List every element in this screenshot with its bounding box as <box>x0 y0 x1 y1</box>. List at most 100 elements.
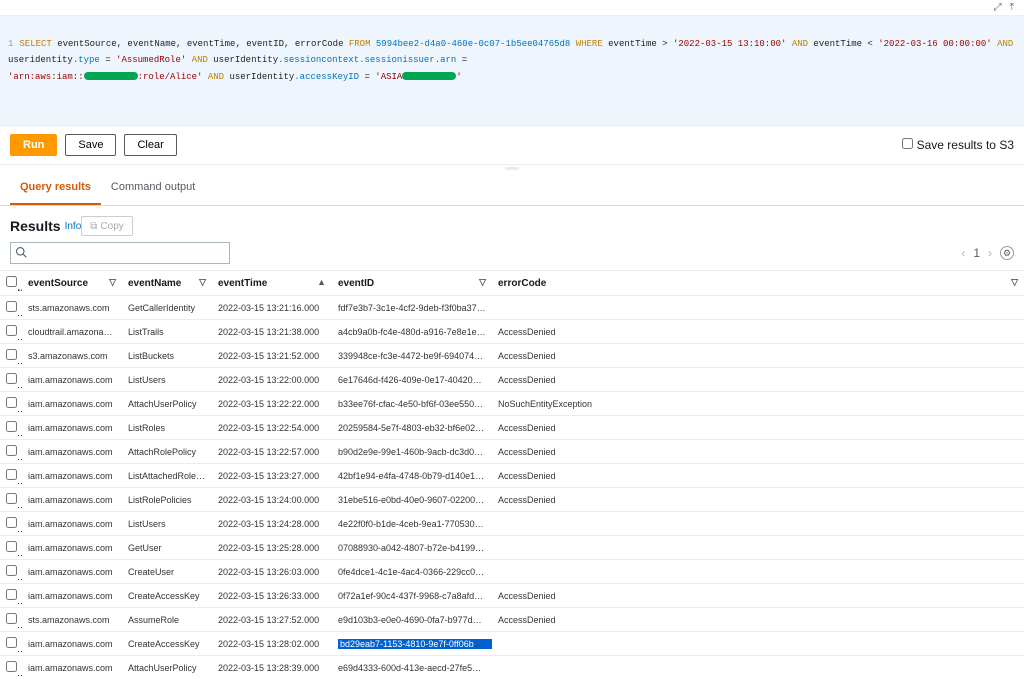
row-checkbox[interactable] <box>6 637 17 648</box>
select-all-checkbox[interactable] <box>6 276 17 287</box>
row-checkbox[interactable] <box>6 589 17 600</box>
results-search-input[interactable] <box>10 242 230 264</box>
cell-eventtime: 2022-03-15 13:22:00.000 <box>212 368 332 392</box>
results-title: Results <box>10 218 61 234</box>
cell-eventid: 0fe4dce1-4c1e-4ac4-0366-229cc093cee4 <box>332 560 492 584</box>
cell-eventid: fdf7e3b7-3c1e-4cf2-9deb-f3f0ba372914 <box>332 296 492 320</box>
cell-eventid: 4e22f0f0-b1de-4ceb-9ea1-770530eb5140 <box>332 512 492 536</box>
row-checkbox[interactable] <box>6 325 17 336</box>
cell-eventname: ListRolePolicies <box>122 488 212 512</box>
cell-eventsource: s3.amazonaws.com <box>22 344 122 368</box>
col-eventid[interactable]: eventID▽ <box>332 271 492 296</box>
query-toolbar: Run Save Clear Save results to S3 <box>0 126 1024 165</box>
cell-eventtime: 2022-03-15 13:28:02.000 <box>212 632 332 656</box>
row-checkbox[interactable] <box>6 397 17 408</box>
tab-query-results[interactable]: Query results <box>10 171 101 205</box>
cell-eventname: ListRoles <box>122 416 212 440</box>
col-eventname[interactable]: eventName▽ <box>122 271 212 296</box>
sort-icon[interactable]: ▽ <box>479 277 486 288</box>
cell-eventname: ListUsers <box>122 512 212 536</box>
run-button[interactable]: Run <box>10 134 57 156</box>
cell-eventid: b33ee76f-cfac-4e50-bf6f-03ee550cae40 <box>332 392 492 416</box>
cell-eventsource: cloudtrail.amazonaws.com <box>22 320 122 344</box>
save-s3-checkbox[interactable] <box>902 138 913 149</box>
clear-button[interactable]: Clear <box>124 134 176 156</box>
redacted-key <box>402 72 456 80</box>
row-checkbox[interactable] <box>6 565 17 576</box>
settings-gear-icon[interactable]: ⚙ <box>1000 246 1014 260</box>
cell-eventtime: 2022-03-15 13:24:00.000 <box>212 488 332 512</box>
row-checkbox[interactable] <box>6 349 17 360</box>
cell-eventid: 339948ce-fc3e-4472-be9f-694074623be0 <box>332 344 492 368</box>
row-checkbox[interactable] <box>6 493 17 504</box>
cell-errorcode: AccessDenied <box>492 416 1024 440</box>
table-row[interactable]: iam.amazonaws.comListUsers2022-03-15 13:… <box>0 368 1024 392</box>
popout-icon[interactable]: ⤒ <box>1010 2 1014 13</box>
table-row[interactable]: iam.amazonaws.comCreateAccessKey2022-03-… <box>0 584 1024 608</box>
col-errorcode[interactable]: errorCode▽ <box>492 271 1024 296</box>
cell-eventsource: sts.amazonaws.com <box>22 608 122 632</box>
table-row[interactable]: iam.amazonaws.comListRoles2022-03-15 13:… <box>0 416 1024 440</box>
cell-eventsource: iam.amazonaws.com <box>22 368 122 392</box>
cell-errorcode <box>492 536 1024 560</box>
cell-errorcode: AccessDenied <box>492 584 1024 608</box>
col-eventsource[interactable]: eventSource▽ <box>22 271 122 296</box>
cell-eventtime: 2022-03-15 13:21:52.000 <box>212 344 332 368</box>
save-button[interactable]: Save <box>65 134 116 156</box>
cell-eventtime: 2022-03-15 13:22:22.000 <box>212 392 332 416</box>
sort-asc-icon[interactable]: ▲ <box>317 277 326 287</box>
tab-command-output[interactable]: Command output <box>101 171 205 205</box>
cell-eventsource: iam.amazonaws.com <box>22 632 122 656</box>
row-checkbox[interactable] <box>6 613 17 624</box>
save-results-s3[interactable]: Save results to S3 <box>902 138 1014 152</box>
table-row[interactable]: s3.amazonaws.comListBuckets2022-03-15 13… <box>0 344 1024 368</box>
pager-prev-icon[interactable]: ‹ <box>961 246 965 260</box>
cell-eventtime: 2022-03-15 13:24:28.000 <box>212 512 332 536</box>
table-row[interactable]: sts.amazonaws.comAssumeRole2022-03-15 13… <box>0 608 1024 632</box>
info-link[interactable]: Info <box>65 221 82 232</box>
table-row[interactable]: iam.amazonaws.comAttachUserPolicy2022-03… <box>0 392 1024 416</box>
line-number: 1 <box>8 39 13 49</box>
table-row[interactable]: iam.amazonaws.comGetUser2022-03-15 13:25… <box>0 536 1024 560</box>
row-checkbox[interactable] <box>6 373 17 384</box>
table-row[interactable]: iam.amazonaws.comListUsers2022-03-15 13:… <box>0 512 1024 536</box>
pager-page: 1 <box>973 246 980 260</box>
col-eventtime[interactable]: eventTime▲ <box>212 271 332 296</box>
row-checkbox[interactable] <box>6 301 17 312</box>
cell-eventsource: iam.amazonaws.com <box>22 488 122 512</box>
table-row[interactable]: iam.amazonaws.comCreateAccessKey2022-03-… <box>0 632 1024 656</box>
pager-next-icon[interactable]: › <box>988 246 992 260</box>
row-checkbox[interactable] <box>6 661 17 672</box>
cell-eventid: e69d4333-600d-413e-aecd-27fe50267039 <box>332 656 492 679</box>
results-tabs: Query results Command output <box>0 171 1024 206</box>
sql-editor[interactable]: 1SELECT eventSource, eventName, eventTim… <box>0 16 1024 126</box>
cell-eventname: ListUsers <box>122 368 212 392</box>
row-checkbox[interactable] <box>6 445 17 456</box>
row-checkbox[interactable] <box>6 469 17 480</box>
sort-icon[interactable]: ▽ <box>199 277 206 288</box>
table-row[interactable]: iam.amazonaws.comCreateUser2022-03-15 13… <box>0 560 1024 584</box>
table-row[interactable]: iam.amazonaws.comAttachUserPolicy2022-03… <box>0 656 1024 679</box>
cell-eventtime: 2022-03-15 13:26:03.000 <box>212 560 332 584</box>
row-checkbox[interactable] <box>6 517 17 528</box>
cell-errorcode: AccessDenied <box>492 464 1024 488</box>
cell-eventid: e9d103b3-e0e0-4690-0fa7-b977d640eee7 <box>332 608 492 632</box>
cell-eventtime: 2022-03-15 13:21:16.000 <box>212 296 332 320</box>
table-row[interactable]: iam.amazonaws.comListRolePolicies2022-03… <box>0 488 1024 512</box>
cell-eventsource: iam.amazonaws.com <box>22 440 122 464</box>
cell-errorcode <box>492 560 1024 584</box>
row-checkbox[interactable] <box>6 541 17 552</box>
table-row[interactable]: iam.amazonaws.comListAttachedRolePolicie… <box>0 464 1024 488</box>
cell-eventname: GetUser <box>122 536 212 560</box>
sort-icon[interactable]: ▽ <box>109 277 116 288</box>
sort-icon[interactable]: ▽ <box>1011 277 1018 288</box>
table-row[interactable]: sts.amazonaws.comGetCallerIdentity2022-0… <box>0 296 1024 320</box>
cell-eventid: a4cb9a0b-fc4e-480d-a916-7e8e1e0b4ccc <box>332 320 492 344</box>
copy-button[interactable]: ⧉Copy <box>81 216 133 236</box>
table-row[interactable]: cloudtrail.amazonaws.comListTrails2022-0… <box>0 320 1024 344</box>
cell-errorcode: AccessDenied <box>492 368 1024 392</box>
row-checkbox[interactable] <box>6 421 17 432</box>
table-row[interactable]: iam.amazonaws.comAttachRolePolicy2022-03… <box>0 440 1024 464</box>
expand-icon[interactable]: ⤢ <box>994 2 1002 13</box>
cell-eventtime: 2022-03-15 13:22:57.000 <box>212 440 332 464</box>
